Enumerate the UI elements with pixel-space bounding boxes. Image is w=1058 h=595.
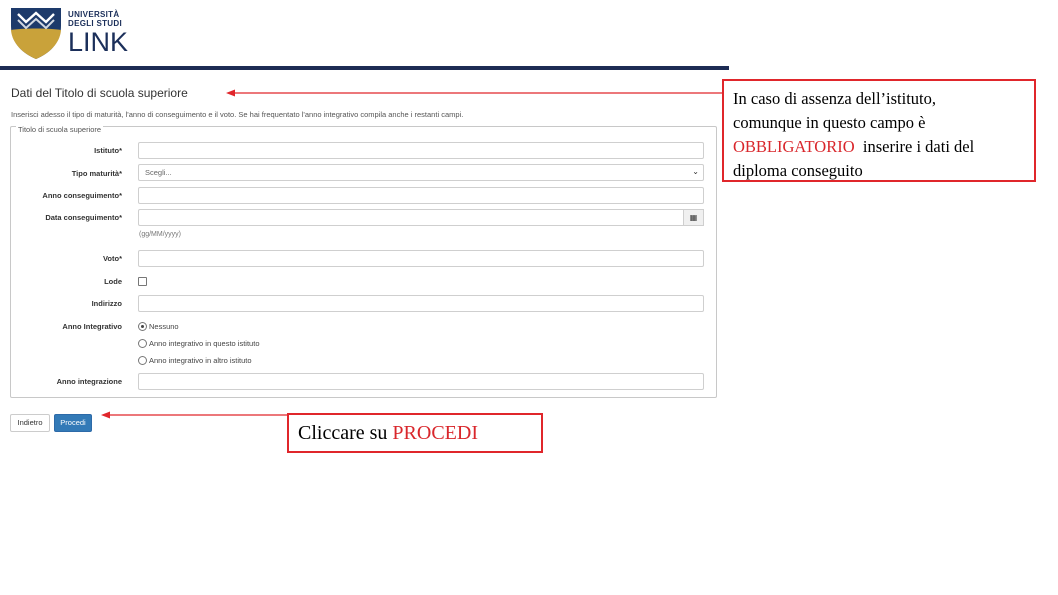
callout-arrow-istituto [226, 89, 723, 97]
logo-line-3: LINK [68, 27, 129, 57]
anno-conseguimento-input[interactable] [138, 187, 704, 204]
callout-obbligatorio: OBBLIGATORIO [733, 137, 855, 156]
intro-text: Inserisci adesso il tipo di maturità, l'… [11, 110, 464, 119]
header-divider [0, 66, 729, 70]
data-conseguimento-input[interactable]: ▦ [138, 209, 704, 226]
tipo-maturita-label: Tipo maturità* [71, 169, 122, 178]
lode-label: Lode [104, 277, 122, 286]
back-button[interactable]: Indietro [10, 414, 50, 432]
callout-istituto-line4: diploma conseguito [733, 161, 863, 180]
anno-integrazione-label: Anno integrazione [56, 377, 122, 386]
callout-procedi-prefix: Cliccare su [298, 422, 393, 444]
istituto-input[interactable] [138, 142, 704, 159]
calendar-icon[interactable]: ▦ [683, 209, 704, 226]
shield-logo-icon [11, 8, 61, 59]
logo-line-1: UNIVERSITÀ [68, 10, 120, 19]
callout-istituto-line1: In caso di assenza dell’istituto, [733, 89, 936, 108]
callout-procedi-note: Cliccare su PROCEDI [287, 413, 543, 453]
logo-wordmark: UNIVERSITÀ DEGLI STUDI LINK [68, 10, 128, 56]
callout-istituto-line3: OBBLIGATORIO inserire i dati del [733, 135, 1026, 159]
istituto-label: Istituto* [94, 146, 122, 155]
radio-nessuno-label: Nessuno [149, 322, 179, 331]
radio-questo-istituto[interactable] [138, 339, 147, 348]
voto-input[interactable] [138, 250, 704, 267]
university-logo: UNIVERSITÀ DEGLI STUDI LINK [10, 6, 130, 62]
anno-conseguimento-label: Anno conseguimento* [42, 191, 122, 200]
page-title: Dati del Titolo di scuola superiore [11, 86, 188, 100]
radio-altro-istituto[interactable] [138, 356, 147, 365]
fieldset-legend: Titolo di scuola superiore [16, 125, 104, 134]
lode-checkbox[interactable] [138, 277, 147, 286]
anno-integrazione-input[interactable] [138, 373, 704, 390]
radio-altro-istituto-label: Anno integrativo in altro istituto [149, 356, 252, 365]
indirizzo-label: Indirizzo [91, 299, 122, 308]
indirizzo-input[interactable] [138, 295, 704, 312]
anno-integrativo-label: Anno Integrativo [62, 322, 122, 331]
callout-arrow-procedi [101, 411, 289, 419]
tipo-maturita-value: Scegli... [145, 168, 172, 177]
callout-istituto-line3-rest: inserire i dati del [854, 137, 975, 156]
date-format-hint: (gg/MM/yyyy) [139, 231, 181, 238]
radio-questo-istituto-label: Anno integrativo in questo istituto [149, 339, 260, 348]
callout-istituto-line2: comunque in questo campo è [733, 113, 926, 132]
voto-label: Voto* [102, 254, 122, 263]
tipo-maturita-select[interactable]: Scegli... ⌄ [138, 164, 704, 181]
procedi-button[interactable]: Procedi [54, 414, 92, 432]
data-conseguimento-label: Data conseguimento* [45, 213, 122, 222]
callout-istituto-note: In caso di assenza dell’istituto, comunq… [722, 79, 1036, 182]
callout-procedi-highlight: PROCEDI [392, 422, 478, 444]
radio-nessuno[interactable] [138, 322, 147, 331]
chevron-down-icon: ⌄ [692, 167, 699, 176]
